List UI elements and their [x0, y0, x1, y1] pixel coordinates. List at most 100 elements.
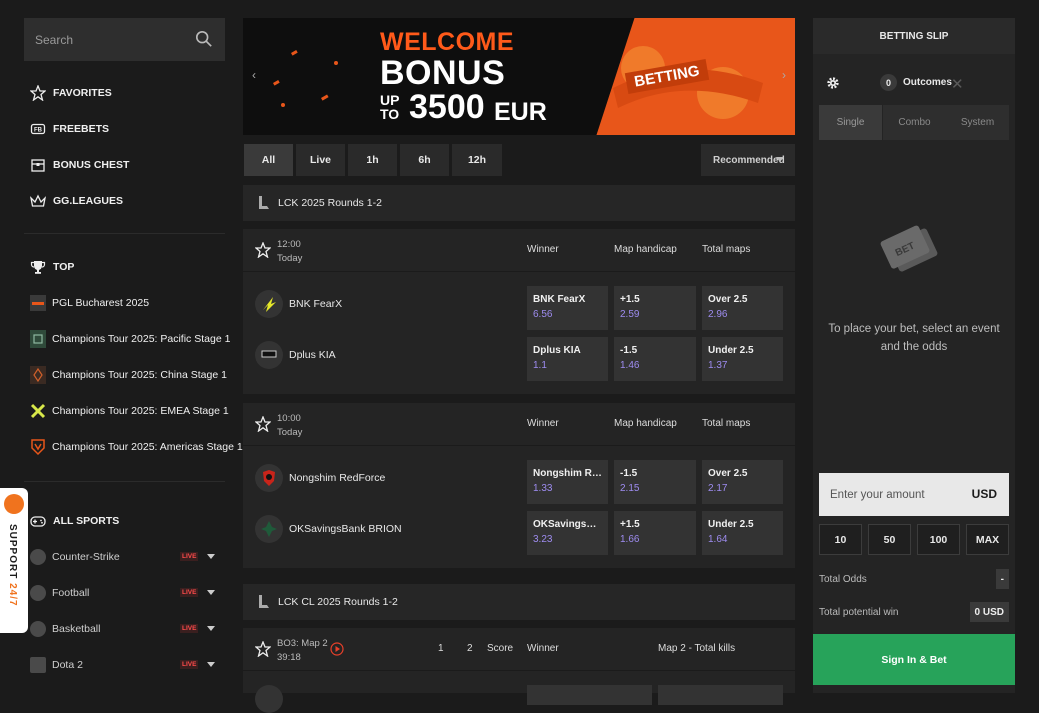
team-row[interactable]: Nongshim RedForce	[255, 463, 385, 493]
chevron-down-icon[interactable]	[207, 590, 215, 595]
tournament-label: PGL Bucharest 2025	[52, 297, 150, 309]
sign-in-and-bet-button[interactable]: Sign In & Bet	[813, 634, 1015, 685]
odds-button[interactable]	[658, 685, 783, 705]
sidebar-item-dota-2[interactable]: Dota 2 LIVE	[30, 655, 220, 675]
odds-button[interactable]: BNK FearX 6.56	[527, 286, 608, 330]
favorite-star-icon[interactable]	[255, 242, 271, 258]
support-tab[interactable]: SUPPORT 24/7	[0, 488, 28, 633]
sidebar-item-freebets[interactable]: FB FREEBETS	[30, 117, 109, 141]
odds-button[interactable]: Under 2.5 1.64	[702, 511, 783, 555]
team-row[interactable]: OKSavingsBank BRION	[255, 514, 402, 544]
column-header: Winner	[527, 643, 559, 654]
team-row[interactable]: BNK FearX	[255, 289, 342, 319]
odds-button[interactable]: -1.5 2.15	[614, 460, 696, 504]
sidebar-item-vct-pacific[interactable]: Champions Tour 2025: Pacific Stage 1	[30, 329, 230, 349]
sidebar-item-vct-emea[interactable]: Champions Tour 2025: EMEA Stage 1	[30, 401, 229, 421]
banner-currency: EUR	[494, 98, 547, 126]
odds-button[interactable]: Nongshim RedF...1.33	[527, 460, 608, 504]
football-icon	[30, 585, 46, 601]
sidebar-item-gg-leagues[interactable]: GG.LEAGUES	[30, 189, 123, 213]
bnk-fearx-logo-icon	[255, 290, 283, 318]
total-odds-value: -	[995, 569, 1009, 589]
search-input[interactable]	[24, 18, 194, 61]
promo-banner[interactable]: BETTING WELCOME BONUS UP TO 3500 EUR ‹ ›	[243, 18, 795, 135]
odds-button[interactable]: +1.5 1.66	[614, 511, 696, 555]
close-icon[interactable]: ✕	[951, 75, 964, 93]
sidebar-item-football[interactable]: Football LIVE	[30, 583, 220, 603]
banner-next-icon[interactable]: ›	[782, 68, 786, 82]
sidebar-item-vct-china[interactable]: Champions Tour 2025: China Stage 1	[30, 365, 227, 385]
filter-tab-live[interactable]: Live	[296, 144, 345, 176]
team-row[interactable]: Dplus KIA	[255, 340, 336, 370]
search-box[interactable]	[24, 18, 225, 61]
sidebar-item-basketball[interactable]: Basketball LIVE	[30, 619, 220, 639]
league-header[interactable]: LCK 2025 Rounds 1-2	[243, 185, 795, 221]
match-card: 10:00 Today Winner Map handicap Total map…	[243, 403, 795, 568]
amount-input[interactable]	[819, 473, 964, 516]
lol-logo-icon	[259, 196, 269, 209]
favorite-star-icon[interactable]	[255, 641, 271, 657]
odds-button[interactable]: +1.5 2.59	[614, 286, 696, 330]
tournament-label: Champions Tour 2025: Americas Stage 1	[52, 441, 243, 453]
filter-tab-12h[interactable]: 12h	[452, 144, 502, 176]
filter-tab-all[interactable]: All	[244, 144, 293, 176]
divider	[24, 481, 225, 482]
sidebar-item-bonus-chest[interactable]: BONUS CHEST	[30, 153, 129, 177]
odds-button[interactable]: Dplus KIA 1.1	[527, 337, 608, 381]
chest-icon	[30, 157, 46, 173]
chevron-down-icon[interactable]	[207, 554, 215, 559]
quick-amount-50[interactable]: 50	[868, 524, 911, 555]
slip-tab-combo[interactable]: Combo	[883, 105, 946, 140]
favorite-star-icon[interactable]	[255, 416, 271, 432]
search-icon[interactable]	[195, 30, 213, 48]
quick-amount-10[interactable]: 10	[819, 524, 862, 555]
team-name: BNK FearX	[289, 298, 343, 310]
chevron-down-icon[interactable]	[207, 662, 215, 667]
chevron-down-icon	[776, 157, 784, 162]
odds-button[interactable]: Over 2.5 2.96	[702, 286, 783, 330]
amount-field[interactable]: USD	[819, 473, 1009, 516]
team-logo-icon	[255, 685, 283, 713]
sport-label: Counter-Strike	[52, 551, 120, 563]
live-stream-icon[interactable]	[330, 642, 344, 656]
sidebar-item-counter-strike[interactable]: Counter-Strike LIVE	[30, 547, 220, 567]
quick-amount-max[interactable]: MAX	[966, 524, 1009, 555]
slip-tab-single[interactable]: Single	[819, 105, 882, 140]
empty-slip-message: To place your bet, select an event and th…	[828, 323, 1000, 353]
chevron-down-icon[interactable]	[207, 626, 215, 631]
match-card: 12:00 Today Winner Map handicap Total map…	[243, 229, 795, 394]
score-team-1: 1	[438, 643, 444, 654]
dplus-kia-logo-icon	[255, 341, 283, 369]
slip-tab-system[interactable]: System	[946, 105, 1009, 140]
sport-label: Football	[52, 587, 90, 599]
sidebar-item-vct-americas[interactable]: Champions Tour 2025: Americas Stage 1	[30, 437, 243, 457]
quick-amount-100[interactable]: 100	[917, 524, 960, 555]
odds-button[interactable]: OKSavingsBank...3.23	[527, 511, 608, 555]
sport-label: Basketball	[52, 623, 101, 635]
vct-china-logo-icon	[30, 366, 46, 384]
odds-button[interactable]: -1.5 1.46	[614, 337, 696, 381]
counter-strike-icon	[30, 549, 46, 565]
filter-tab-6h[interactable]: 6h	[400, 144, 449, 176]
sidebar-item-label: GG.LEAGUES	[53, 195, 124, 207]
odds-button[interactable]	[527, 685, 652, 705]
sidebar-all-sports-heading[interactable]: ALL SPORTS	[30, 509, 119, 533]
top-label: TOP	[53, 261, 75, 273]
crown-icon	[30, 193, 46, 209]
gear-icon[interactable]	[826, 76, 840, 90]
tournament-label: Champions Tour 2025: EMEA Stage 1	[52, 405, 229, 417]
filter-tab-1h[interactable]: 1h	[348, 144, 397, 176]
divider	[24, 233, 225, 234]
banner-prev-icon[interactable]: ‹	[252, 68, 256, 82]
support-label: SUPPORT 24/7	[7, 524, 18, 607]
betting-slip-title: BETTING SLIP	[813, 18, 1015, 54]
star-icon	[30, 85, 46, 101]
column-header: Total maps	[702, 418, 751, 429]
sidebar-item-favorites[interactable]: FAVORITES	[30, 81, 112, 105]
sidebar-item-pgl-bucharest[interactable]: PGL Bucharest 2025	[30, 293, 149, 313]
league-header[interactable]: LCK CL 2025 Rounds 1-2	[243, 584, 795, 620]
sort-dropdown[interactable]: Recommended	[701, 144, 795, 176]
odds-button[interactable]: Under 2.5 1.37	[702, 337, 783, 381]
odds-button[interactable]: Over 2.5 2.17	[702, 460, 783, 504]
banner-headline: WELCOME	[380, 28, 515, 56]
